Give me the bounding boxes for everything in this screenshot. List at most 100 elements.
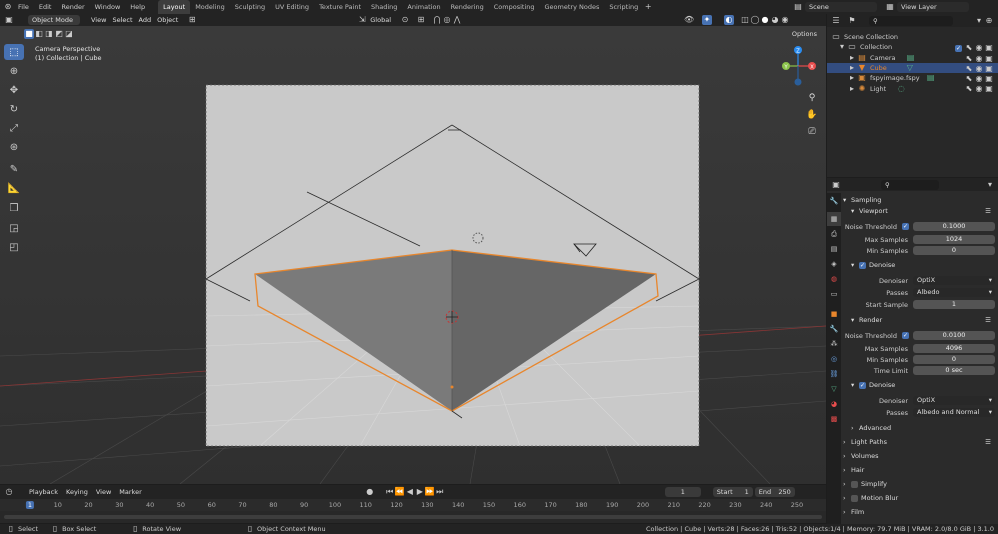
- rotate-tool-icon[interactable]: ↻: [4, 101, 24, 117]
- tool-tab-icon[interactable]: 🔧: [827, 194, 841, 208]
- mode-dropdown[interactable]: Object Mode: [28, 15, 80, 25]
- r-max-samples-field[interactable]: 4096: [913, 344, 995, 353]
- data-tab-icon[interactable]: ▽: [827, 382, 841, 396]
- vp-passes-dropdown[interactable]: Albedo ▾: [913, 288, 995, 297]
- frame-ruler[interactable]: 1 10 20 30 40 50 60 70 80 90 100 110 120 130 140 150 160…: [0, 499, 826, 511]
- vp-max-samples-field[interactable]: 1024: [913, 235, 995, 244]
- list-icon[interactable]: ☰: [985, 437, 991, 448]
- vp-noise-checkbox[interactable]: ✓: [902, 223, 909, 230]
- annotate-tool-icon[interactable]: ✎: [4, 161, 24, 177]
- select-subtract-icon[interactable]: ◨: [44, 29, 54, 39]
- list-icon[interactable]: ☰: [985, 206, 991, 217]
- r-noise-checkbox[interactable]: ✓: [902, 332, 909, 339]
- tab-rendering[interactable]: Rendering: [446, 0, 489, 14]
- shading-wireframe-icon[interactable]: ◯: [750, 15, 760, 25]
- timeline-scrollbar[interactable]: [4, 515, 822, 519]
- prev-keyframe-icon[interactable]: ⏪: [395, 487, 405, 497]
- proportional-edit-icon[interactable]: ◎: [442, 15, 452, 25]
- menu-view[interactable]: View: [88, 15, 109, 25]
- r-denoise-checkbox[interactable]: ✓: [859, 382, 866, 389]
- blender-logo-icon[interactable]: ⊛: [3, 2, 13, 12]
- panel-volumes[interactable]: › Volumes: [843, 451, 995, 462]
- panel-light-paths[interactable]: › Light Paths ☰: [843, 437, 995, 448]
- r-min-samples-field[interactable]: 0: [913, 355, 995, 364]
- outliner-item-fspyimage[interactable]: ▸ ▣ fspyimage.fspy ▤ ⬉ ◉ ▣: [827, 73, 998, 83]
- shading-material-icon[interactable]: ◕: [770, 15, 780, 25]
- current-frame-indicator[interactable]: 1: [25, 501, 35, 509]
- menu-add[interactable]: Add: [136, 15, 155, 25]
- add-workspace-icon[interactable]: +: [643, 2, 653, 12]
- timeline-editor-icon[interactable]: ◷: [4, 487, 14, 497]
- properties-options-icon[interactable]: ▾: [985, 180, 995, 190]
- tab-sculpting[interactable]: Sculpting: [230, 0, 270, 14]
- tab-modeling[interactable]: Modeling: [190, 0, 230, 14]
- snap-magnet-icon[interactable]: ⋂: [432, 15, 442, 25]
- outliner-editor-icon[interactable]: ☰: [831, 16, 841, 26]
- world-tab-icon[interactable]: ◍: [827, 272, 841, 286]
- constraints-tab-icon[interactable]: ⛓: [827, 367, 841, 381]
- output-tab-icon[interactable]: ⎙: [827, 227, 841, 241]
- scene-tab-icon[interactable]: ◈: [827, 257, 841, 271]
- visibility-icon[interactable]: 👁: [684, 15, 694, 25]
- properties-search-input[interactable]: ⚲: [881, 179, 939, 190]
- view-layer-field[interactable]: View Layer: [897, 2, 969, 12]
- select-arrow-icon[interactable]: ⬉: [964, 84, 974, 94]
- view-layer-icon[interactable]: ▦: [885, 2, 895, 12]
- outliner-item-collection[interactable]: ▾ ▭ Collection ✓ ⬉ ◉ ▣: [827, 42, 998, 52]
- menu-file[interactable]: File: [13, 0, 34, 14]
- menu-render[interactable]: Render: [56, 0, 89, 14]
- orientation-icon[interactable]: ⇲: [357, 15, 367, 25]
- overlays-icon[interactable]: ◐: [724, 15, 735, 25]
- outliner-item-scene-collection[interactable]: ▭ Scene Collection: [827, 32, 998, 42]
- tab-geometry-nodes[interactable]: Geometry Nodes: [540, 0, 605, 14]
- simplify-checkbox[interactable]: [851, 481, 858, 488]
- options-dropdown[interactable]: Options: [789, 29, 820, 39]
- r-passes-dropdown[interactable]: Albedo and Normal ▾: [913, 408, 995, 417]
- outliner-filter-icon[interactable]: ▾: [974, 16, 984, 26]
- outliner-item-light[interactable]: ▸ ✺ Light ◌ ⬉ ◉ ▣: [827, 83, 998, 94]
- eye-icon[interactable]: ◉: [974, 84, 984, 94]
- collection-tab-icon[interactable]: ▭: [827, 287, 841, 301]
- panel-motion-blur[interactable]: › Motion Blur: [843, 493, 995, 504]
- r-denoiser-dropdown[interactable]: OptiX ▾: [913, 396, 995, 405]
- shading-rendered-icon[interactable]: ◉: [780, 15, 790, 25]
- pivot-icon[interactable]: ⊙: [400, 15, 410, 25]
- panel-hair[interactable]: › Hair: [843, 465, 995, 476]
- tab-animation[interactable]: Animation: [402, 0, 445, 14]
- menu-select[interactable]: Select: [109, 15, 135, 25]
- tool-a-icon[interactable]: ◲: [4, 220, 24, 236]
- falloff-icon[interactable]: ⋀: [452, 15, 462, 25]
- select-new-icon[interactable]: ■: [24, 28, 34, 39]
- current-frame-field[interactable]: 1: [664, 487, 701, 497]
- menu-object[interactable]: Object: [154, 15, 181, 25]
- play-reverse-icon[interactable]: ◀: [405, 487, 415, 497]
- start-frame-field[interactable]: Start 1: [712, 487, 753, 497]
- zoom-icon[interactable]: ⚲: [805, 90, 819, 107]
- panel-advanced[interactable]: › Advanced: [843, 423, 995, 434]
- vp-denoiser-dropdown[interactable]: OptiX ▾: [913, 276, 995, 285]
- panel-sampling[interactable]: ▾ Sampling: [843, 195, 995, 206]
- outliner-item-camera[interactable]: ▸ ▤ Camera ▤ ⬉ ◉ ▣: [827, 53, 998, 63]
- next-keyframe-icon[interactable]: ⏩: [425, 487, 435, 497]
- tab-layout[interactable]: Layout: [158, 0, 191, 14]
- vp-noise-field[interactable]: 0.1000: [913, 222, 995, 231]
- tab-texture-paint[interactable]: Texture Paint: [314, 0, 366, 14]
- expand-arrow-icon[interactable]: ▾: [837, 42, 847, 52]
- measure-tool-icon[interactable]: 📐: [4, 180, 24, 196]
- panel-viewport[interactable]: ▾ Viewport ☰: [843, 206, 995, 217]
- camera-render-icon[interactable]: ▣: [984, 84, 994, 94]
- vp-denoise-checkbox[interactable]: ✓: [859, 262, 866, 269]
- tool-b-icon[interactable]: ◰: [4, 239, 24, 255]
- xray-icon[interactable]: ◫: [740, 15, 750, 25]
- motion-blur-checkbox[interactable]: [851, 495, 858, 502]
- tab-uv-editing[interactable]: UV Editing: [270, 0, 314, 14]
- view-layer-tab-icon[interactable]: ▤: [827, 242, 841, 256]
- jump-start-icon[interactable]: ⏮: [385, 487, 395, 497]
- gizmo-mode-icon[interactable]: ⊞: [187, 15, 197, 25]
- panel-simplify[interactable]: › Simplify: [843, 479, 995, 490]
- shading-solid-icon[interactable]: ●: [760, 15, 770, 25]
- snap-icon[interactable]: ⊞: [416, 15, 426, 25]
- menu-window[interactable]: Window: [90, 0, 126, 14]
- list-icon[interactable]: ☰: [985, 315, 991, 326]
- menu-playback[interactable]: Playback: [26, 487, 61, 497]
